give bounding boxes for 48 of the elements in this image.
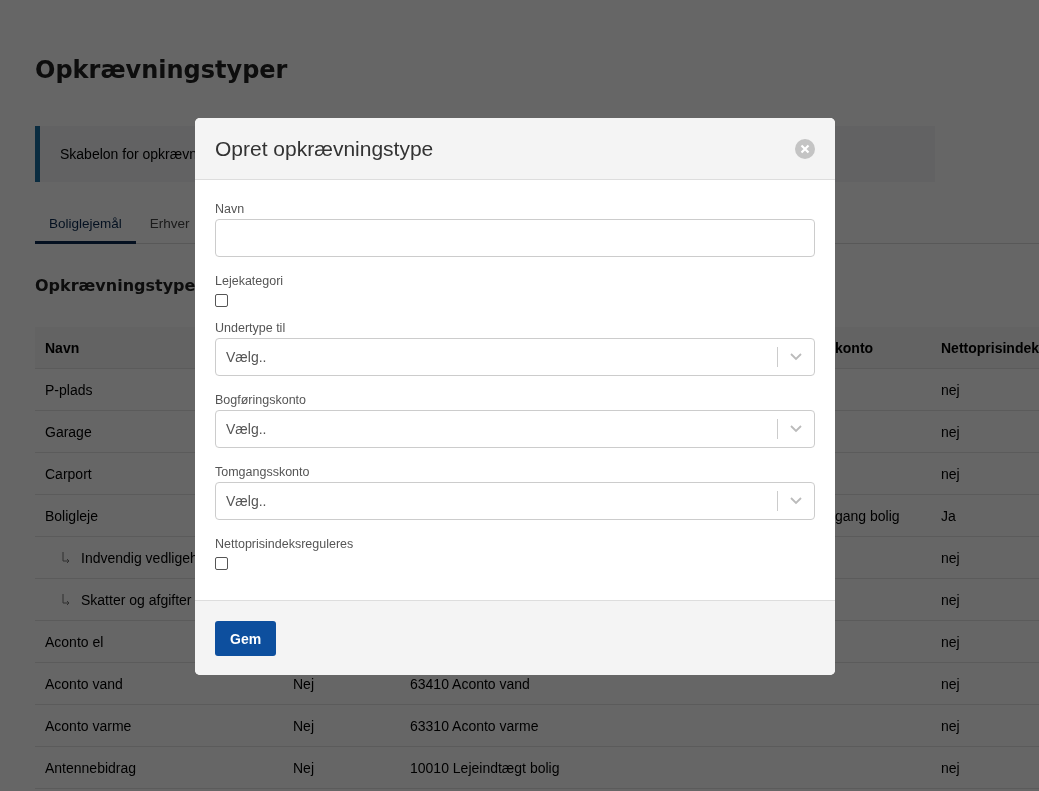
table-cell: 63410 Aconto vand xyxy=(410,675,530,692)
table-cell: Garage xyxy=(45,423,92,440)
table-cell: 63310 Aconto varme xyxy=(410,717,539,734)
table-cell: Aconto vand xyxy=(45,675,123,692)
select-field[interactable]: Vælg.. xyxy=(215,482,815,520)
select-field[interactable]: Vælg.. xyxy=(215,410,815,448)
dialog-title: Opret opkrævningstype xyxy=(215,136,434,161)
table-cell: Nej xyxy=(293,759,314,776)
field-label: Bogføringskonto xyxy=(215,393,308,407)
table-cell: Aconto el xyxy=(45,633,104,650)
field-label: Navn xyxy=(215,202,246,216)
page-title: Opkrævningstyper xyxy=(35,56,289,84)
select-field[interactable]: Vælg.. xyxy=(215,338,815,376)
table-cell: Antennebidrag xyxy=(45,759,137,776)
table-cell: nej xyxy=(941,465,960,482)
table-cell: nej xyxy=(941,675,960,692)
table-cell: Ja xyxy=(941,507,956,524)
table-cell: 10010 Lejeindtægt bolig xyxy=(410,759,560,776)
checkbox[interactable] xyxy=(215,294,228,307)
table-cell: Carport xyxy=(45,465,92,482)
arrow-icon xyxy=(61,551,71,564)
table-cell: nej xyxy=(941,717,960,734)
field-label: Nettoprisindeksreguleres xyxy=(215,537,355,551)
info-text: Skabelon for opkrævn xyxy=(60,146,197,162)
section-title: Opkrævningstype xyxy=(35,276,196,295)
table-cell: nej xyxy=(941,381,960,398)
column-header: konto xyxy=(835,339,874,356)
table-cell: gang bolig xyxy=(835,507,900,524)
table-cell: nej xyxy=(941,759,960,776)
table-cell: Skatter og afgifter xyxy=(81,591,192,608)
table-cell: Boligleje xyxy=(45,507,98,524)
table-cell: P-plads xyxy=(45,381,93,398)
checkbox[interactable] xyxy=(215,557,228,570)
field-label: Undertype til xyxy=(215,321,287,335)
arrow-icon xyxy=(61,593,71,606)
table-cell: nej xyxy=(941,549,960,566)
column-header: Navn xyxy=(45,339,80,356)
save-button[interactable]: Gem xyxy=(215,621,277,656)
table-cell: Nej xyxy=(293,675,314,692)
table-cell: Aconto varme xyxy=(45,717,132,734)
table-cell: nej xyxy=(941,591,960,608)
input-field[interactable] xyxy=(215,219,815,257)
column-header: Nettoprisindek xyxy=(941,339,1039,356)
table-cell: nej xyxy=(941,423,960,440)
table-cell: Nej xyxy=(293,717,314,734)
field-label: Tomgangsskonto xyxy=(215,465,311,479)
field-label: Lejekategori xyxy=(215,274,285,288)
table-cell: nej xyxy=(941,633,960,650)
